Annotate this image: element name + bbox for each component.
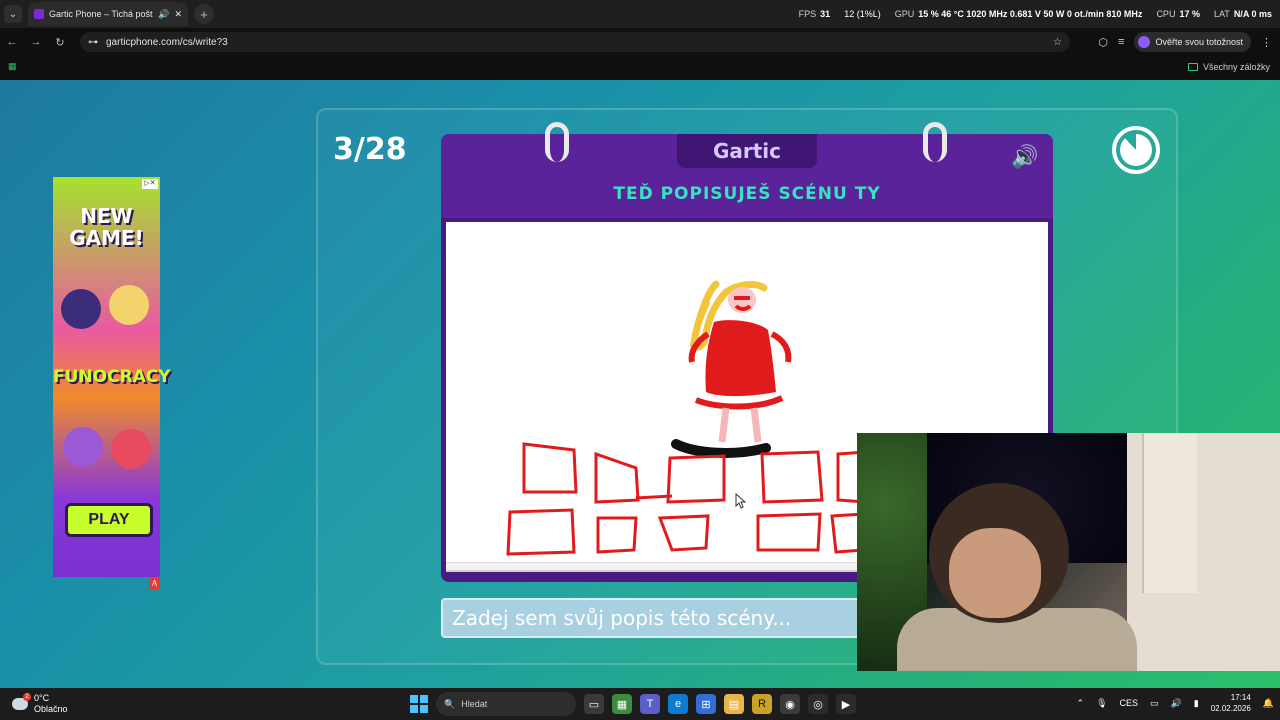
edge-icon[interactable]: e bbox=[668, 694, 688, 714]
ad-play-button[interactable]: PLAY bbox=[65, 503, 153, 537]
cloud-icon: 2 bbox=[12, 693, 31, 710]
language-indicator[interactable]: CES bbox=[1120, 698, 1139, 708]
search-label: Hledat bbox=[461, 699, 488, 709]
clock[interactable]: 17:14 02.02.2026 bbox=[1211, 692, 1251, 714]
ad-character-icon bbox=[109, 285, 149, 325]
chevron-up-icon[interactable]: ⌃ bbox=[1077, 698, 1085, 709]
forward-icon[interactable]: → bbox=[24, 36, 48, 48]
taskbar-search[interactable]: 🔍 Hledat bbox=[436, 692, 576, 716]
address-bar[interactable]: ⊶ garticphone.com/cs/write?3 ☆ bbox=[80, 32, 1070, 52]
network-icon[interactable]: ▭ bbox=[1150, 698, 1159, 709]
ad-choices-icon[interactable]: ▷✕ bbox=[142, 179, 158, 189]
webcam-overlay bbox=[857, 433, 1280, 671]
latency-stat: LAT N/A 0 ms bbox=[1213, 9, 1272, 19]
rockstar-icon[interactable]: R bbox=[752, 694, 772, 714]
ad-emoji-icon bbox=[111, 429, 151, 469]
teams-icon[interactable]: T bbox=[640, 694, 660, 714]
all-bookmarks-label: Všechny záložky bbox=[1202, 62, 1270, 72]
round-counter: 3/28 bbox=[333, 132, 407, 167]
avatar bbox=[1138, 36, 1151, 48]
tab-title: Gartic Phone – Tichá pošta bbox=[49, 9, 154, 19]
ad-thumbs-up-icon bbox=[61, 289, 101, 329]
volume-icon[interactable]: 🔊 bbox=[1171, 698, 1182, 709]
windows-start-icon[interactable] bbox=[410, 695, 428, 713]
file-explorer-icon[interactable]: ▤ bbox=[724, 694, 744, 714]
sound-icon[interactable]: 🔊 bbox=[1011, 144, 1038, 170]
bookmarks-bar: ▦ Všechny záložky bbox=[0, 56, 1280, 80]
browser-toolbar: ← → ↻ ⊶ garticphone.com/cs/write?3 ☆ ⬡ ≡… bbox=[0, 28, 1280, 56]
url-text: garticphone.com/cs/write?3 bbox=[106, 36, 228, 48]
weather-widget[interactable]: 2 0°C Oblačno bbox=[12, 693, 68, 715]
performance-overlay: FPS 31 12 (1%L) GPU 15 % 46 °C 1020 MHz 0.… bbox=[799, 9, 1280, 21]
site-info-icon[interactable]: ⊶ bbox=[88, 37, 98, 48]
binder-ring-icon bbox=[545, 122, 569, 162]
speaker-icon[interactable]: 🔊 bbox=[158, 9, 169, 20]
webcam-door bbox=[1142, 433, 1197, 593]
notification-icon[interactable]: 🔔 bbox=[1263, 698, 1274, 709]
instruction-title: TEĎ POPISUJEŠ SCÉNU TY bbox=[613, 184, 881, 204]
cpu-stat: CPU 17 % bbox=[1156, 9, 1200, 19]
tab-close-icon[interactable]: ✕ bbox=[174, 9, 182, 20]
gartic-logo: Gartic bbox=[677, 134, 817, 168]
new-tab-button[interactable]: + bbox=[194, 4, 214, 24]
temperature: 0°C bbox=[34, 693, 50, 703]
all-bookmarks-button[interactable]: Všechny záložky bbox=[1187, 62, 1270, 72]
gpu-stat: GPU 15 % 46 °C 1020 MHz 0.681 V 50 W 0 ot… bbox=[894, 9, 1143, 19]
chrome-icon[interactable]: ◉ bbox=[780, 694, 800, 714]
system-tray: ⌃ 🎙 CES ▭ 🔊 ▮ 17:14 02.02.2026 🔔 bbox=[1077, 692, 1274, 714]
extension-icon[interactable]: ⬡ bbox=[1098, 36, 1108, 49]
hand-cursor-icon bbox=[735, 492, 747, 509]
tab-gartic[interactable]: Gartic Phone – Tichá pošta 🔊 ✕ bbox=[28, 2, 188, 26]
minecraft-icon[interactable]: ▦ bbox=[612, 694, 632, 714]
battery-icon[interactable]: ▮ bbox=[1194, 698, 1199, 709]
reload-icon[interactable]: ↻ bbox=[48, 36, 72, 49]
drawing-blocks bbox=[506, 442, 868, 556]
search-icon: 🔍 bbox=[444, 698, 456, 709]
toolbar-right: ⬡ ≡ Ověřte svou totožnost ⋮ bbox=[1098, 32, 1280, 52]
ad-brand: FUNOCRACY bbox=[53, 367, 171, 387]
ad-character-icon bbox=[63, 427, 103, 467]
drawing-dress bbox=[705, 320, 776, 397]
tab-search-icon[interactable]: ⌄ bbox=[4, 5, 22, 23]
advertisement[interactable]: ▷✕ NEW GAME! FUNOCRACY PLAY bbox=[53, 177, 171, 577]
taskbar: 2 0°C Oblačno 🔍 Hledat ▭ ▦ T e ⊞ ▤ R ◉ ◎… bbox=[0, 688, 1280, 720]
profile-button[interactable]: Ověřte svou totožnost bbox=[1134, 32, 1251, 52]
microphone-icon[interactable]: 🎙 bbox=[1096, 698, 1107, 709]
binder-ring-icon bbox=[923, 122, 947, 162]
sketchbook-header: Gartic 🔊 TEĎ POPISUJEŠ SCÉNU TY bbox=[441, 122, 1053, 218]
timer-icon bbox=[1112, 126, 1160, 174]
webcam-person-face bbox=[949, 528, 1041, 618]
apps-grid-icon[interactable]: ▦ bbox=[8, 61, 17, 72]
description-input[interactable]: Zadej sem svůj popis této scény... bbox=[441, 598, 861, 638]
obs-icon[interactable]: ◎ bbox=[808, 694, 828, 714]
ad-mark: A bbox=[149, 578, 160, 589]
media-player-icon[interactable]: ▶ bbox=[836, 694, 856, 714]
fps-low-stat: 12 (1%L) bbox=[844, 9, 881, 19]
store-icon[interactable]: ⊞ bbox=[696, 694, 716, 714]
menu-icon[interactable]: ⋮ bbox=[1261, 36, 1272, 49]
bookmark-star-icon[interactable]: ☆ bbox=[1053, 37, 1062, 48]
fps-stat: FPS 31 bbox=[798, 9, 831, 19]
reading-list-icon[interactable]: ≡ bbox=[1118, 36, 1124, 48]
folder-icon bbox=[1187, 63, 1198, 71]
profile-label: Ověřte svou totožnost bbox=[1155, 37, 1243, 47]
gartic-favicon-icon bbox=[34, 9, 44, 19]
back-icon[interactable]: ← bbox=[0, 36, 24, 48]
task-view-icon[interactable]: ▭ bbox=[584, 694, 604, 714]
weather-text: Oblačno bbox=[34, 704, 68, 714]
ad-headline: NEW GAME! bbox=[69, 204, 144, 250]
taskbar-apps: 🔍 Hledat ▭ ▦ T e ⊞ ▤ R ◉ ◎ ▶ bbox=[410, 692, 856, 716]
